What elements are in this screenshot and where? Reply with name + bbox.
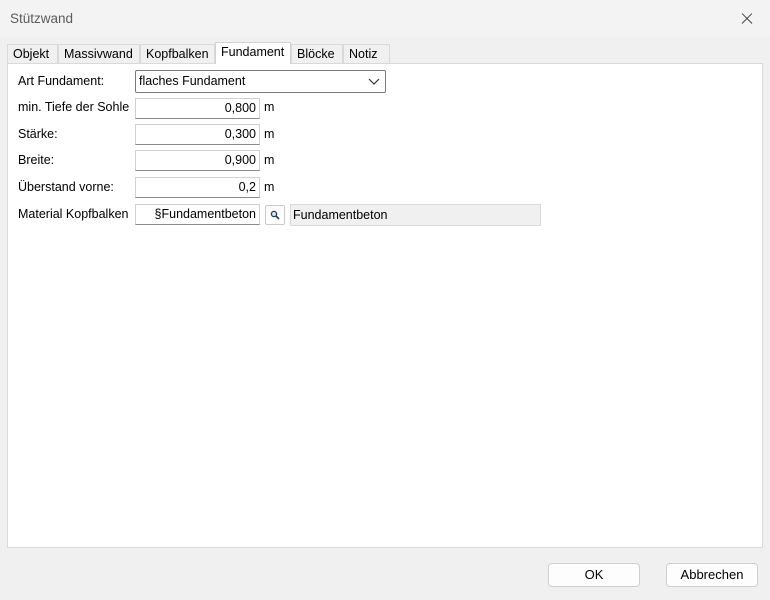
breite-input[interactable]: 0,900 <box>135 150 260 171</box>
tiefe-input[interactable]: 0,800 <box>135 98 260 119</box>
art-fundament-value: flaches Fundament <box>139 74 246 88</box>
tab-fundament[interactable]: Fundament <box>215 42 291 64</box>
tiefe-label: min. Tiefe der Sohle <box>18 100 130 114</box>
staerke-unit: m <box>264 127 275 141</box>
art-fundament-select[interactable]: flaches Fundament <box>135 70 386 93</box>
tab-kopfbalken[interactable]: Kopfbalken <box>140 44 215 63</box>
magnifier-icon <box>270 210 280 220</box>
ok-button[interactable]: OK <box>548 563 640 587</box>
ueberstand-label: Überstand vorne: <box>18 180 114 194</box>
ueberstand-input[interactable]: 0,2 <box>135 177 260 198</box>
tab-panel-fundament: Art Fundament: flaches Fundament min. Ti… <box>7 63 763 548</box>
staerke-label: Stärke: <box>18 127 58 141</box>
title-bar: Stützwand <box>0 0 770 38</box>
art-fundament-label: Art Fundament: <box>18 74 105 88</box>
material-input[interactable]: §Fundamentbeton <box>135 204 260 225</box>
ueberstand-unit: m <box>264 180 275 194</box>
staerke-input[interactable]: 0,300 <box>135 124 260 145</box>
window-title: Stützwand <box>10 11 74 26</box>
tab-massivwand[interactable]: Massivwand <box>58 44 140 63</box>
tab-notiz[interactable]: Notiz <box>343 44 390 63</box>
tab-objekt[interactable]: Objekt <box>7 44 58 63</box>
tiefe-unit: m <box>264 100 275 114</box>
tab-bloecke[interactable]: Blöcke <box>291 44 343 63</box>
material-browse-button[interactable] <box>265 205 285 225</box>
breite-label: Breite: <box>18 153 55 167</box>
cancel-button[interactable]: Abbrechen <box>666 563 758 587</box>
breite-unit: m <box>264 153 275 167</box>
material-display: Fundamentbeton <box>290 204 541 226</box>
close-icon[interactable] <box>724 0 770 38</box>
chevron-down-icon <box>368 78 380 85</box>
material-label: Material Kopfbalken <box>18 207 129 221</box>
